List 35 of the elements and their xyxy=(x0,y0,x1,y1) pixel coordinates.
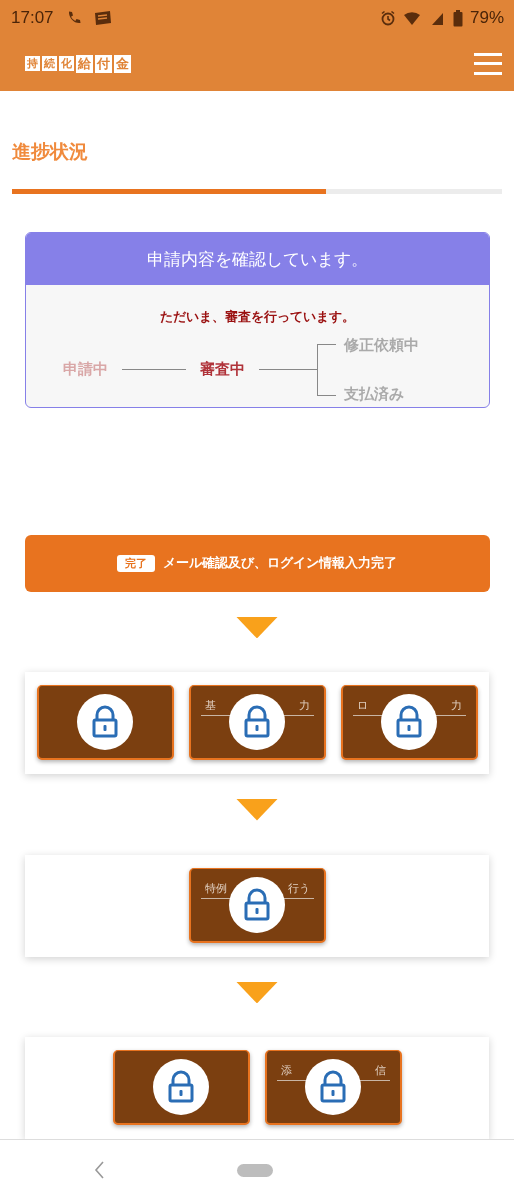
status-message: ただいま、審査を行っています。 xyxy=(158,308,356,326)
status-step: 審査中 xyxy=(199,360,245,380)
status-card-header: 申請内容を確認しています。 xyxy=(25,232,489,285)
tile-label: 力 xyxy=(450,698,462,714)
step-tile[interactable]: 特例 行う xyxy=(188,867,326,943)
tile-label: 基 xyxy=(204,698,216,714)
completed-badge: 完了 xyxy=(117,554,155,572)
wifi-icon xyxy=(402,10,423,26)
home-handle[interactable] xyxy=(237,1163,273,1177)
clock-time: 17:07 xyxy=(11,8,54,28)
status-step: 申請中 xyxy=(62,360,108,380)
status-step: 修正依頼中 xyxy=(343,335,419,355)
page-title: 進捗状況 xyxy=(12,139,88,163)
newspaper-icon xyxy=(93,10,112,26)
tile-label: ロ xyxy=(356,698,368,714)
tile-label: 信 xyxy=(374,1062,386,1078)
completed-text: メール確認及び、ログイン情報入力完了 xyxy=(163,554,397,573)
down-triangle-icon xyxy=(235,799,279,821)
step-tile[interactable] xyxy=(36,685,174,761)
back-icon[interactable] xyxy=(93,1160,105,1180)
menu-icon[interactable] xyxy=(474,52,502,75)
battery-percent: 79% xyxy=(469,8,504,28)
down-triangle-icon xyxy=(235,616,279,639)
status-step: 支払済み xyxy=(343,384,419,404)
tile-label: 力 xyxy=(298,698,310,714)
tile-label: 添 xyxy=(280,1062,292,1078)
step-tile[interactable]: ロ 力 xyxy=(340,685,478,761)
alarm-icon xyxy=(379,10,396,26)
step-tile[interactable] xyxy=(112,1049,250,1125)
tile-label: 行う xyxy=(287,880,310,896)
tile-label: 特例 xyxy=(204,880,227,896)
battery-icon xyxy=(452,9,463,27)
down-triangle-icon xyxy=(235,981,279,1003)
step-tile[interactable]: 添 信 xyxy=(264,1049,402,1125)
step-tile[interactable]: 基 力 xyxy=(188,685,326,761)
